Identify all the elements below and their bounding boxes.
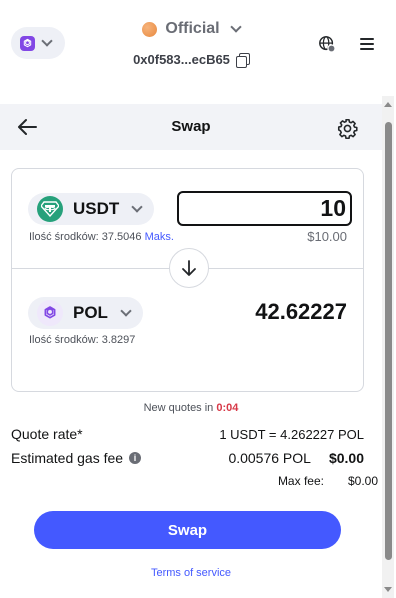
from-balance: Ilość środków: 37.5046 Maks. [29,231,174,243]
timer-label: New quotes in [143,402,214,414]
quote-rate-row: Quote rate* 1 USDT = 4.262227 POL [11,426,364,442]
quotes-timer: New quotes in 0:04 [0,402,382,414]
globe-connection-icon[interactable] [318,35,336,53]
swap-page-header: Swap [0,104,382,150]
switch-tokens-button[interactable] [169,248,209,288]
gas-fee-label-wrap: Estimated gas fee i [11,450,142,466]
to-balance: Ilość środków: 3.8297 [29,334,136,346]
account-name: Official [165,20,220,37]
gas-fee-values: 0.00576 POL $0.00 [228,450,364,466]
account-avatar [142,21,158,37]
swap-card: USDT Ilość środków: 37.5046 Maks. $10.00… [11,168,364,392]
scroll-thumb[interactable] [385,122,392,560]
to-token-picker[interactable]: POL [28,297,143,329]
to-amount: 42.62227 [255,299,347,324]
gas-fee-usd: $0.00 [328,450,364,466]
settings-gear-icon[interactable] [337,118,358,139]
arrow-down-icon [182,260,196,276]
from-fiat-value: $10.00 [307,229,347,244]
copy-icon[interactable] [235,52,250,68]
page-title: Swap [171,118,211,135]
from-token-picker[interactable]: USDT [28,193,155,225]
from-amount-input[interactable] [177,191,352,226]
quote-rate-value: 1 USDT = 4.262227 POL [219,426,364,442]
from-balance-text: Ilość środków: 37.5046 [29,231,142,243]
info-icon[interactable]: i [129,452,142,464]
scroll-up-arrow-icon[interactable] [384,102,392,107]
from-token-symbol: USDT [73,199,120,218]
timer-value: 0:04 [216,402,239,414]
app-header: Official 0x0f583...ecB65 [0,0,382,90]
address-text: 0x0f583...ecB65 [133,52,230,67]
terms-of-service-link[interactable]: Terms of service [0,567,382,579]
gas-fee-row: Estimated gas fee i 0.00576 POL $0.00 [11,450,364,466]
chevron-down-icon [131,201,143,213]
swap-button[interactable]: Swap [34,511,341,549]
gas-fee-label: Estimated gas fee [11,450,124,466]
gas-fee-token: 0.00576 POL [228,450,311,466]
polygon-icon [37,300,63,326]
account-address[interactable]: 0x0f583...ecB65 [0,52,382,68]
scrollbar[interactable] [382,96,394,598]
max-fee-label: Max fee: [277,474,324,488]
max-button[interactable]: Maks. [145,231,174,243]
max-fee-row: Max fee: $0.00 [278,474,378,488]
to-token-symbol: POL [73,303,108,322]
tether-icon [37,196,63,222]
chevron-down-icon [120,305,132,317]
scroll-down-arrow-icon[interactable] [384,587,392,592]
menu-icon[interactable] [360,38,374,50]
max-fee-value: $0.00 [347,474,378,488]
quote-rate-label: Quote rate* [11,426,83,442]
chevron-down-icon [229,21,242,33]
